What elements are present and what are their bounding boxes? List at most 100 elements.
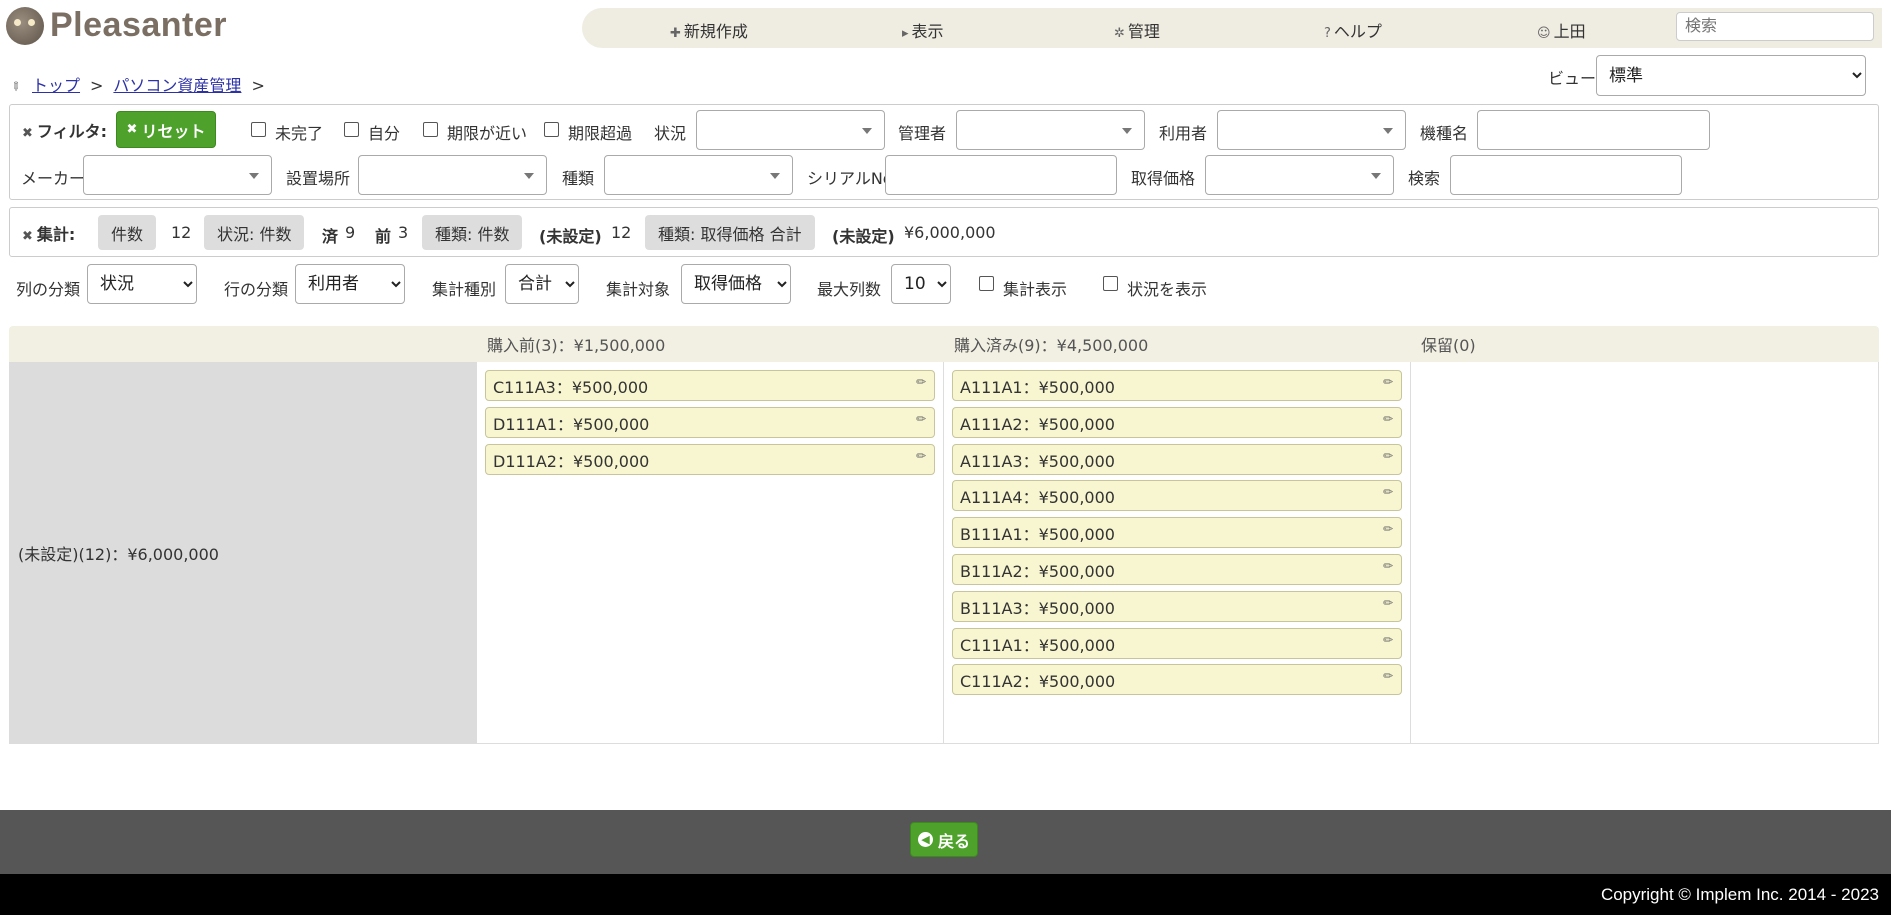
- kanban-card[interactable]: B111A2：¥500,000 ✏: [952, 554, 1402, 585]
- overdue-label: 期限超過: [568, 124, 633, 143]
- pencil-icon[interactable]: ✏: [1383, 669, 1393, 683]
- max-columns-select[interactable]: 10: [891, 264, 951, 304]
- pencil-icon[interactable]: ✏: [1383, 485, 1393, 499]
- show-status-label: 状況を表示: [1127, 280, 1208, 299]
- status-filter-select[interactable]: [696, 110, 885, 150]
- card-label: A111A2：¥500,000: [960, 414, 1115, 434]
- show-aggregate-checkbox[interactable]: [979, 276, 994, 291]
- location-filter-select[interactable]: [358, 155, 547, 195]
- kanban-card[interactable]: A111A1：¥500,000 ✏: [952, 370, 1402, 401]
- near-deadline-checkbox[interactable]: [423, 122, 438, 137]
- pencil-icon[interactable]: ✏: [1383, 596, 1393, 610]
- help-icon: ?: [1324, 26, 1331, 41]
- manager-filter-label: 管理者: [898, 124, 947, 143]
- pencil-icon[interactable]: ✏: [916, 412, 926, 426]
- pencil-icon[interactable]: ✏: [1383, 375, 1393, 389]
- column-header: 購入前(3)：¥1,500,000: [477, 326, 944, 362]
- category-filter-label: 種類: [562, 169, 595, 188]
- aggregation-title[interactable]: ✖ 集計:: [22, 221, 75, 245]
- pin-icon: ✎: [7, 77, 25, 95]
- price-filter-label: 取得価格: [1131, 169, 1196, 188]
- kanban-column-purchased[interactable]: A111A1：¥500,000 ✏ A111A2：¥500,000 ✏ A111A3…: [944, 362, 1411, 744]
- incomplete-checkbox[interactable]: [251, 122, 266, 137]
- breadcrumb-site-link[interactable]: パソコン資産管理: [113, 76, 241, 95]
- serial-filter-input[interactable]: [885, 155, 1117, 195]
- nav-view-menu[interactable]: ▸ 表示: [902, 18, 944, 42]
- aggregate-target-select[interactable]: 取得価格: [681, 264, 791, 304]
- aggregate-type-select[interactable]: 合計: [505, 264, 579, 304]
- kanban-card[interactable]: A111A4：¥500,000 ✏: [952, 480, 1402, 511]
- kanban-card[interactable]: A111A2：¥500,000 ✏: [952, 407, 1402, 438]
- overdue-checkbox[interactable]: [544, 122, 559, 137]
- pencil-icon[interactable]: ✏: [1383, 449, 1393, 463]
- pencil-icon[interactable]: ✏: [916, 449, 926, 463]
- pencil-icon[interactable]: ✏: [916, 375, 926, 389]
- card-label: A111A4：¥500,000: [960, 487, 1115, 507]
- pencil-icon[interactable]: ✏: [1383, 559, 1393, 573]
- logo-icon: [6, 6, 44, 45]
- pencil-icon[interactable]: ✏: [1383, 412, 1393, 426]
- maker-filter-label: メーカー: [21, 169, 86, 188]
- manager-filter-select[interactable]: [956, 110, 1145, 150]
- model-filter-label: 機種名: [1420, 124, 1469, 143]
- view-select[interactable]: 標準: [1596, 55, 1866, 96]
- before-label: 前: [375, 227, 392, 246]
- card-label: D111A1：¥500,000: [493, 414, 650, 434]
- pencil-icon[interactable]: ✏: [1383, 633, 1393, 647]
- near-deadline-label: 期限が近い: [447, 124, 528, 143]
- kanban-card[interactable]: C111A3：¥500,000 ✏: [485, 370, 935, 401]
- price-filter-select[interactable]: [1205, 155, 1394, 195]
- card-label: B111A2：¥500,000: [960, 561, 1115, 581]
- self-checkbox[interactable]: [344, 122, 359, 137]
- kanban-card[interactable]: D111A2：¥500,000 ✏: [485, 444, 935, 475]
- kanban-column-on-hold[interactable]: [1411, 362, 1879, 744]
- app-logo[interactable]: Pleasanter: [6, 6, 227, 45]
- breadcrumb-top-link[interactable]: トップ: [32, 76, 80, 95]
- reset-button[interactable]: ✖ リセット: [116, 111, 216, 148]
- column-group-select[interactable]: 状況: [87, 264, 197, 304]
- status-filter-label: 状況: [654, 124, 687, 143]
- nav-user-menu[interactable]: ☺ 上田: [1537, 18, 1586, 42]
- kanban-card[interactable]: A111A3：¥500,000 ✏: [952, 444, 1402, 475]
- search-input[interactable]: [1676, 12, 1874, 41]
- nav-admin-menu[interactable]: ✲ 管理: [1114, 18, 1160, 42]
- kanban-card[interactable]: B111A1：¥500,000 ✏: [952, 517, 1402, 548]
- unset-count-value: 12: [611, 223, 632, 242]
- plus-icon: ✚: [670, 26, 681, 41]
- location-filter-label: 設置場所: [286, 169, 351, 188]
- copyright-text: Copyright © Implem Inc. 2014 - 2023: [1600, 885, 1879, 904]
- kanban-card[interactable]: C111A1：¥500,000 ✏: [952, 628, 1402, 659]
- row-group-label: 行の分類: [224, 280, 289, 299]
- row-group-select[interactable]: 利用者: [295, 264, 405, 304]
- self-label: 自分: [368, 124, 401, 143]
- unset-label: (未設定): [539, 227, 602, 246]
- kanban-column-before-purchase[interactable]: C111A3：¥500,000 ✏ D111A1：¥500,000 ✏ D111A2…: [477, 362, 944, 744]
- model-filter-input[interactable]: [1477, 110, 1710, 150]
- column-group-label: 列の分類: [16, 280, 81, 299]
- filter-title[interactable]: ✖ フィルタ:: [22, 118, 107, 142]
- kanban-card[interactable]: C111A2：¥500,000 ✏: [952, 664, 1402, 695]
- user-filter-select[interactable]: [1217, 110, 1406, 150]
- show-aggregate-label: 集計表示: [1003, 280, 1068, 299]
- nav-help-menu[interactable]: ? ヘルプ: [1324, 18, 1382, 42]
- show-status-checkbox[interactable]: [1103, 276, 1118, 291]
- kanban-card[interactable]: B111A3：¥500,000 ✏: [952, 591, 1402, 622]
- view-label: ビュー: [1548, 69, 1597, 88]
- card-label: A111A3：¥500,000: [960, 451, 1115, 471]
- maker-filter-select[interactable]: [83, 155, 272, 195]
- close-icon: ✖: [126, 122, 138, 137]
- aggregation-panel: ✖ 集計: 件数 12 状況: 件数 済 9 前 3 種類: 件数 (未設定) 1…: [9, 207, 1879, 257]
- close-icon: ✖: [22, 229, 33, 244]
- nav-new-button[interactable]: ✚ 新規作成: [670, 18, 748, 42]
- category-filter-select[interactable]: [604, 155, 793, 195]
- pencil-icon[interactable]: ✏: [1383, 522, 1393, 536]
- back-button[interactable]: ◀ 戻る: [910, 822, 978, 857]
- kanban-card[interactable]: D111A1：¥500,000 ✏: [485, 407, 935, 438]
- close-icon: ✖: [22, 126, 33, 141]
- card-label: C111A1：¥500,000: [960, 635, 1116, 655]
- breadcrumb-separator: >: [251, 76, 265, 95]
- category-count-badge: 種類: 件数: [422, 215, 523, 250]
- copyright-bar: Copyright © Implem Inc. 2014 - 2023: [0, 874, 1891, 915]
- keyword-filter-input[interactable]: [1450, 155, 1682, 195]
- row-header: (未設定)(12)：¥6,000,000: [9, 362, 477, 744]
